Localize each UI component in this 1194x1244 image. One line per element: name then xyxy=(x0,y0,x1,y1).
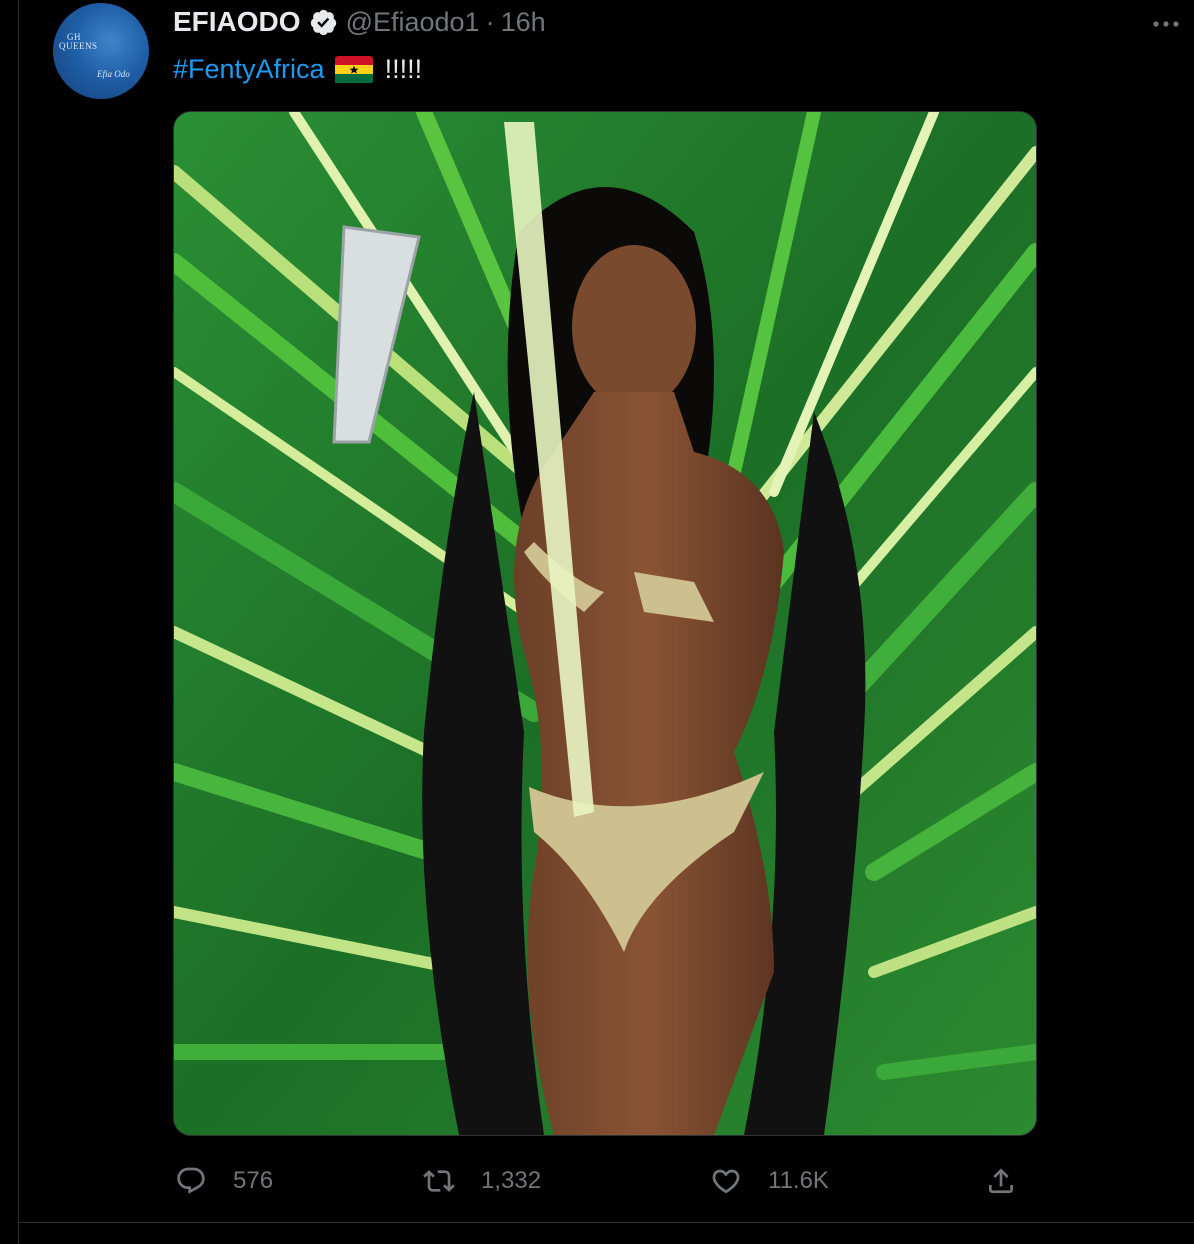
tweet-media-photo[interactable] xyxy=(173,111,1037,1136)
header-separator: · xyxy=(485,6,495,37)
reply-button[interactable]: 576 xyxy=(173,1157,273,1205)
user-handle[interactable]: @Efiaodo1 xyxy=(346,7,480,38)
heart-icon xyxy=(708,1163,744,1199)
retweet-count: 1,332 xyxy=(481,1167,542,1194)
tweet-header: EFIAODO @Efiaodo1 · 16h xyxy=(173,4,546,40)
like-count: 11.6K xyxy=(768,1167,829,1194)
timeline-left-border xyxy=(18,0,19,1244)
avatar[interactable]: GH QUEENS Efia Odo xyxy=(53,3,149,99)
tweet-divider xyxy=(18,1222,1194,1223)
retweet-button[interactable]: 1,332 xyxy=(421,1157,541,1205)
more-options-icon[interactable] xyxy=(1150,8,1182,40)
photo-illustration xyxy=(174,112,1036,1135)
tweet-action-bar: 576 1,332 11.6K xyxy=(173,1157,1035,1205)
reply-count: 576 xyxy=(233,1167,274,1194)
share-button[interactable] xyxy=(983,1157,1019,1205)
ghana-flag-icon xyxy=(334,55,373,83)
retweet-icon xyxy=(421,1163,457,1199)
tweet-timestamp[interactable]: 16h xyxy=(501,7,546,38)
avatar-label: GH QUEENS xyxy=(59,32,98,51)
like-button[interactable]: 11.6K xyxy=(708,1157,829,1205)
verified-badge-icon xyxy=(309,8,338,37)
tweet-text-suffix: !!!!! xyxy=(384,53,423,84)
tweet-text: #FentyAfrica !!!!! xyxy=(173,50,422,88)
share-icon xyxy=(983,1163,1019,1199)
avatar-signature: Efia Odo xyxy=(97,69,130,79)
display-name[interactable]: EFIAODO xyxy=(173,6,301,38)
hashtag-link[interactable]: #FentyAfrica xyxy=(173,54,325,85)
reply-icon xyxy=(173,1163,209,1199)
